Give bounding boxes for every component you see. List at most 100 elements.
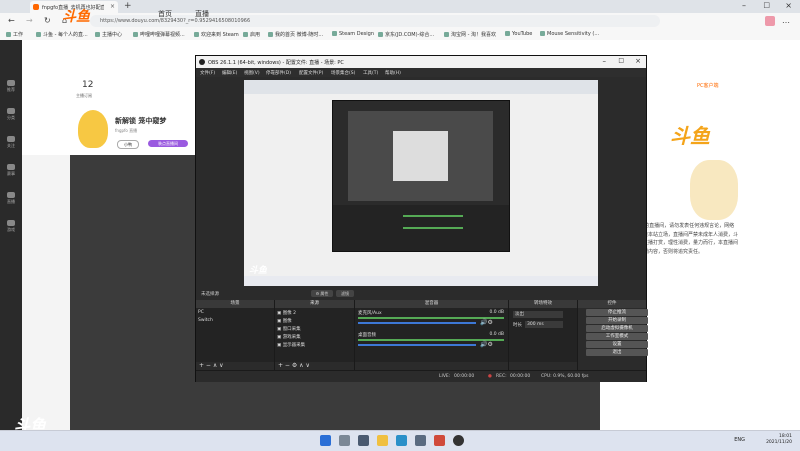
bookmark-item[interactable]: 京东(JD.COM)-综合... xyxy=(378,31,434,38)
virtual-camera-button[interactable]: 启动虚拟摄像机 xyxy=(586,325,648,332)
volume-slider[interactable] xyxy=(358,322,476,324)
sources-controls[interactable]: + − ⚙ ∧ ∨ xyxy=(278,362,310,369)
forward-icon[interactable]: → xyxy=(26,16,33,25)
left-nav-item[interactable]: 推荐 xyxy=(3,80,19,93)
obs-titlebar[interactable]: OBS 26.1.1 (64-bit, windows) - 配置文件: 直播 … xyxy=(196,56,646,68)
obs-taskbar-icon[interactable] xyxy=(453,435,464,446)
pc-client-link[interactable]: PC客户端 xyxy=(697,82,719,89)
left-nav-item[interactable]: 关注 xyxy=(3,136,19,149)
stop-streaming-button[interactable]: 停止推流 xyxy=(586,309,648,316)
captured-obs-window xyxy=(332,100,510,252)
exit-button[interactable]: 退出 xyxy=(586,349,648,356)
studio-mode-button[interactable]: 工作室模式 xyxy=(586,333,648,340)
system-clock[interactable]: 18:01 2021/11/20 xyxy=(766,434,792,446)
properties-button[interactable]: ⚙ 属性 xyxy=(311,290,333,297)
douyu-left-nav: 推荐 分类 关注 赛事 直播 游戏 xyxy=(0,40,22,430)
tag-badge[interactable]: 小鸭 xyxy=(117,140,139,149)
app-icon[interactable] xyxy=(415,435,426,446)
filters-button[interactable]: 滤镜 xyxy=(336,290,354,297)
bookmark-item[interactable]: 我的首页 微博-随时... xyxy=(268,31,323,38)
transition-select[interactable]: 淡出 xyxy=(513,311,563,318)
source-item[interactable]: ▣ 窗口采集 xyxy=(277,326,301,332)
new-tab-icon[interactable]: + xyxy=(124,1,132,11)
scene-item-switch[interactable]: Switch xyxy=(198,318,213,323)
start-menu-icon[interactable] xyxy=(320,435,331,446)
obs-maximize-icon[interactable]: □ xyxy=(618,57,624,64)
bookmark-item[interactable]: 启用 xyxy=(243,31,260,38)
obs-minimize-icon[interactable]: – xyxy=(603,57,607,65)
cpu-stat: CPU: 0.9%, 60.00 fps xyxy=(541,374,589,379)
no-source-label: 未选择源 xyxy=(201,292,219,297)
avatar[interactable] xyxy=(78,110,108,148)
controls-dock-title: 控件 xyxy=(578,300,646,308)
task-view-icon[interactable] xyxy=(358,435,369,446)
obs-menubar: 文件(F) 编辑(E) 视图(V) 停靠部件(D) 配置文件(P) 场景集合(S… xyxy=(196,68,646,77)
nav-live-link[interactable]: 直播 xyxy=(195,9,209,19)
transitions-dock-title: 转场特效 xyxy=(509,300,577,308)
menu-profile[interactable]: 配置文件(P) xyxy=(299,70,323,76)
source-item[interactable]: ▣ 图像 2 xyxy=(277,310,296,316)
url-input[interactable]: https://www.douyu.com/8329430?_r=0.95294… xyxy=(90,15,660,27)
extension-icon[interactable] xyxy=(765,16,775,26)
transitions-body: 淡出 时长 300 ms xyxy=(509,308,577,362)
window-minimize-icon[interactable]: – xyxy=(742,1,746,10)
sources-dock-title: 来源 xyxy=(275,300,354,308)
window-close-icon[interactable]: × xyxy=(785,1,792,10)
scenes-controls[interactable]: + − ∧ ∨ xyxy=(199,362,224,369)
window-maximize-icon[interactable]: □ xyxy=(763,1,770,9)
bookmark-item[interactable]: 斗鱼 - 每个人的直... xyxy=(36,31,88,38)
menu-docks[interactable]: 停靠部件(D) xyxy=(266,70,291,76)
rec-label: REC: xyxy=(496,374,507,379)
scene-item-pc[interactable]: PC xyxy=(198,310,204,315)
bookmark-item[interactable]: 欢迎来到 Steam xyxy=(194,31,239,38)
file-explorer-icon[interactable] xyxy=(377,435,388,446)
menu-tools[interactable]: 工具(T) xyxy=(363,70,378,76)
app-icon[interactable] xyxy=(434,435,445,446)
source-item[interactable]: ▣ 游戏采集 xyxy=(277,334,301,340)
speaker-icon[interactable]: 🔊⚙ xyxy=(480,341,493,348)
obs-preview[interactable]: 斗鱼 xyxy=(244,80,598,286)
duration-input[interactable]: 300 ms xyxy=(525,321,563,328)
edge-browser-icon[interactable] xyxy=(396,435,407,446)
mixer-dock-title: 混音器 xyxy=(355,300,508,308)
sources-list: ▣ 图像 2 ▣ 图像 ▣ 窗口采集 ▣ 游戏采集 ▣ 显示器采集 xyxy=(275,308,354,362)
menu-view[interactable]: 视图(V) xyxy=(244,70,260,76)
source-item[interactable]: ▣ 显示器采集 xyxy=(277,342,305,348)
back-icon[interactable]: ← xyxy=(8,16,15,25)
scenes-dock: 场景 PC Switch + − ∧ ∨ xyxy=(196,300,275,370)
obs-close-icon[interactable]: × xyxy=(635,57,641,65)
menu-scene-collection[interactable]: 场景集合(S) xyxy=(331,70,355,76)
menu-icon[interactable]: … xyxy=(782,16,790,25)
decorate-room-button[interactable]: 装点直播间 xyxy=(148,140,188,147)
captured-meter xyxy=(403,227,463,229)
streamer-name[interactable]: fngpfo 直播 xyxy=(115,128,137,134)
bookmark-item[interactable]: 主播中心 xyxy=(95,31,122,38)
bookmark-item[interactable]: Mouse Sensitivity (... xyxy=(540,31,599,37)
bookmark-item[interactable]: 淘宝网 - 淘！我喜欢 xyxy=(444,31,496,38)
bookmark-item[interactable]: 哔哩哔哩弹幕视频... xyxy=(133,31,185,38)
douyu-logo[interactable]: 斗鱼 xyxy=(62,6,122,25)
bookmark-item[interactable]: 工作 xyxy=(6,31,23,38)
volume-slider[interactable] xyxy=(358,344,476,346)
menu-help[interactable]: 帮助(H) xyxy=(385,70,401,76)
left-nav-item[interactable]: 游戏 xyxy=(3,220,19,233)
settings-button[interactable]: 设置 xyxy=(586,341,648,348)
left-nav-item[interactable]: 分类 xyxy=(3,108,19,121)
source-item[interactable]: ▣ 图像 xyxy=(277,318,292,324)
search-icon[interactable] xyxy=(339,435,350,446)
language-indicator[interactable]: ENG xyxy=(734,437,745,443)
left-nav-item[interactable]: 直播 xyxy=(3,192,19,205)
start-recording-button[interactable]: 开始录制 xyxy=(586,317,648,324)
speaker-icon[interactable]: 🔊⚙ xyxy=(480,319,493,326)
mascot-image xyxy=(690,160,738,220)
sources-dock: 来源 ▣ 图像 2 ▣ 图像 ▣ 窗口采集 ▣ 游戏采集 ▣ 显示器采集 + −… xyxy=(275,300,355,370)
menu-file[interactable]: 文件(F) xyxy=(200,70,215,76)
mascot-logo: 斗鱼 xyxy=(670,124,710,148)
bookmark-item[interactable]: Steam Design xyxy=(332,31,374,37)
menu-edit[interactable]: 编辑(E) xyxy=(222,70,237,76)
left-nav-item[interactable]: 赛事 xyxy=(3,164,19,177)
reload-icon[interactable]: ↻ xyxy=(44,16,51,25)
nav-home-link[interactable]: 首页 xyxy=(158,9,172,19)
scenes-list: PC Switch xyxy=(196,308,274,362)
bookmark-item[interactable]: YouTube xyxy=(505,31,532,37)
